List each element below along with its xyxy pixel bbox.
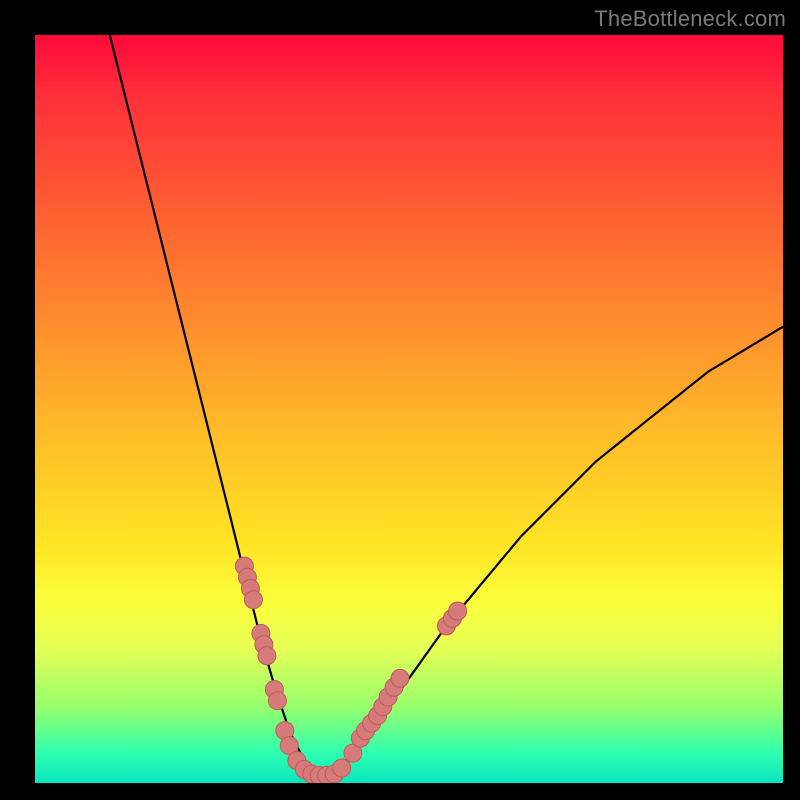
bottleneck-curve-path xyxy=(110,35,783,776)
curve-marker xyxy=(268,692,286,710)
curve-marker xyxy=(449,602,467,620)
plot-area xyxy=(35,35,783,783)
chart-frame: TheBottleneck.com xyxy=(0,0,800,800)
curve-marker xyxy=(244,591,262,609)
curve-marker xyxy=(258,647,276,665)
bottleneck-curve-svg xyxy=(35,35,783,783)
curve-marker xyxy=(333,759,351,777)
curve-marker xyxy=(391,669,409,687)
watermark-text: TheBottleneck.com xyxy=(594,6,786,32)
